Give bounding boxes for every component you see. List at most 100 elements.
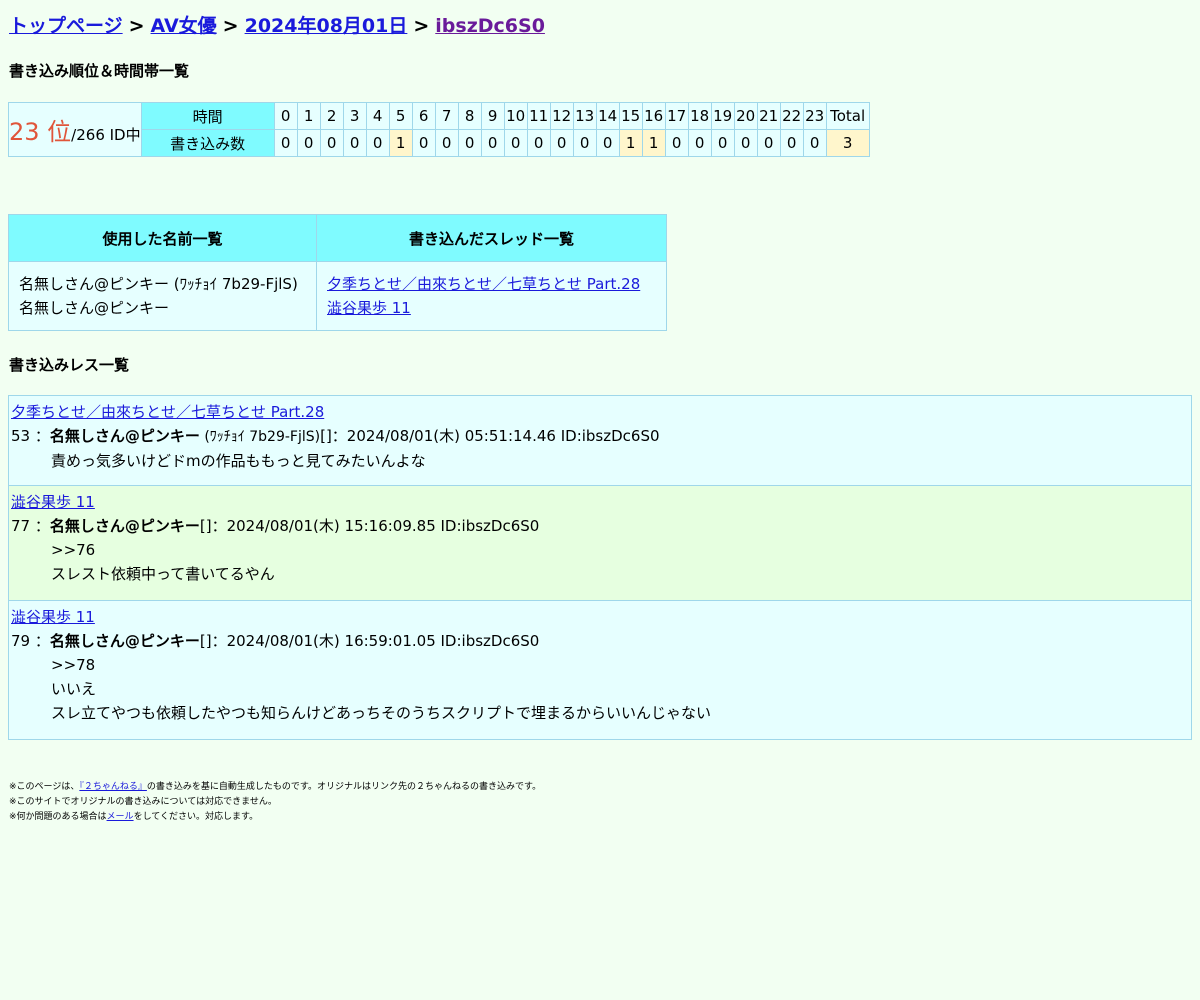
hour-header: 23	[802, 102, 827, 130]
post-number: 53	[11, 427, 31, 445]
hour-header: 12	[549, 102, 574, 130]
name-item: 名無しさん@ピンキー	[19, 299, 170, 317]
hour-count: 0	[802, 129, 827, 157]
hour-header: 19	[710, 102, 735, 130]
post-thread-link[interactable]: 夕季ちとせ／由來ちとせ／七草ちとせ Part.28	[11, 403, 324, 421]
hour-header: 9	[480, 102, 505, 130]
hour-count: 0	[664, 129, 689, 157]
post-body-line: スレ立てやつも依頼したやつも知らんけどあっちそのうちスクリプトで埋まるからいいん…	[51, 704, 712, 722]
hour-header: 8	[457, 102, 482, 130]
hour-count: 0	[526, 129, 551, 157]
rank-total: /266 ID中	[71, 126, 141, 144]
hour-header: 20	[733, 102, 758, 130]
hour-count: 0	[273, 129, 298, 157]
hour-count: 1	[618, 129, 643, 157]
hour-header: 17	[664, 102, 689, 130]
hour-count: 0	[296, 129, 321, 157]
footer-text: ※このページは、	[9, 782, 80, 792]
post-author: 名無しさん@ピンキー	[49, 427, 200, 445]
hour-header: 5	[388, 102, 413, 130]
breadcrumb-category-link[interactable]: AV女優	[151, 15, 217, 37]
hour-header: 11	[526, 102, 551, 130]
post-meta: []：2024/08/01(木) 05:51:14.46 ID:ibszDc6S…	[320, 427, 660, 445]
footer-text: ※何か問題のある場合は	[9, 812, 107, 822]
total-header: Total	[825, 102, 870, 130]
names-header: 使用した名前一覧	[8, 214, 317, 262]
hour-header: 22	[779, 102, 804, 130]
post-author: 名無しさん@ピンキー	[49, 632, 200, 650]
rank-value: 23 位	[9, 118, 72, 146]
hour-header: 21	[756, 102, 781, 130]
post-number: 77	[11, 517, 31, 535]
footer-text: の書き込みを基に自動生成したものです。オリジナルはリンク先の２ちゃんねるの書き込…	[146, 782, 542, 792]
hour-count: 1	[388, 129, 413, 157]
hour-count: 0	[572, 129, 597, 157]
post-item: 夕季ちとせ／由來ちとせ／七草ちとせ Part.28 53 ：名無しさん@ピンキー…	[8, 395, 1192, 486]
breadcrumb-separator: >	[128, 15, 145, 37]
hour-count: 0	[687, 129, 712, 157]
hour-count: 0	[733, 129, 758, 157]
post-body: >>78 いいえ スレ立てやつも依頼したやつも知らんけどあっちそのうちスクリプト…	[11, 653, 1189, 725]
post-meta: []：2024/08/01(木) 16:59:01.05 ID:ibszDc6S…	[199, 632, 540, 650]
post-body-line: >>76	[51, 541, 96, 559]
post-item: 澁谷果歩 11 77 ：名無しさん@ピンキー[]：2024/08/01(木) 1…	[8, 486, 1192, 601]
footer-text: をしてください。対応します。	[133, 812, 259, 822]
hour-header: 1	[296, 102, 321, 130]
hour-count: 1	[641, 129, 666, 157]
hour-count: 0	[549, 129, 574, 157]
hour-header: 18	[687, 102, 712, 130]
threads-list: 夕季ちとせ／由來ちとせ／七草ちとせ Part.28 澁谷果歩 11	[316, 261, 667, 331]
posts-section-title: 書き込みレス一覧	[9, 356, 130, 374]
breadcrumb-id-link[interactable]: ibszDc6S0	[435, 15, 545, 37]
hour-count: 0	[756, 129, 781, 157]
breadcrumb: トップページ > AV女優 >2024年08月01日 > ibszDc6S0	[9, 11, 545, 38]
count-label: 書き込み数	[140, 129, 275, 157]
post-header: 79 ：名無しさん@ピンキー[]：2024/08/01(木) 16:59:01.…	[11, 632, 540, 650]
hour-header: 2	[319, 102, 344, 130]
post-body-line: いいえ	[51, 680, 97, 698]
footer-2ch-link[interactable]: 『２ちゃんねる』	[79, 782, 147, 792]
post-thread-link[interactable]: 澁谷果歩 11	[11, 608, 95, 626]
post-header: 53 ：名無しさん@ピンキー (ﾜｯﾁｮｲ 7b29-FjlS)[]：2024/…	[11, 427, 660, 445]
hour-header: 15	[618, 102, 643, 130]
hour-count: 0	[411, 129, 436, 157]
footer-line: ※このサイトでオリジナルの書き込みについては対応できません。	[9, 797, 277, 807]
names-list: 名無しさん@ピンキー (ﾜｯﾁｮｲ 7b29-FjlS) 名無しさん@ピンキー	[8, 261, 317, 331]
hour-count: 0	[365, 129, 390, 157]
breadcrumb-date-link[interactable]: 2024年08月01日	[245, 15, 408, 37]
hour-count: 0	[779, 129, 804, 157]
footer-line: ※何か問題のある場合はメールをしてください。対応します。	[9, 810, 541, 825]
post-number: 79	[11, 632, 31, 650]
threads-header: 書き込んだスレッド一覧	[316, 214, 667, 262]
hour-count: 0	[710, 129, 735, 157]
hour-header: 3	[342, 102, 367, 130]
post-thread-link[interactable]: 澁谷果歩 11	[11, 493, 95, 511]
name-item: 名無しさん@ピンキー (ﾜｯﾁｮｲ 7b29-FjlS)	[19, 275, 298, 293]
thread-link[interactable]: 夕季ちとせ／由來ちとせ／七草ちとせ Part.28	[327, 275, 640, 293]
hour-count: 0	[319, 129, 344, 157]
names-threads-table: 使用した名前一覧 書き込んだスレッド一覧 名無しさん@ピンキー (ﾜｯﾁｮｲ 7…	[8, 214, 667, 331]
time-label: 時間	[140, 102, 275, 130]
hour-header: 7	[434, 102, 459, 130]
hour-header: 10	[503, 102, 528, 130]
footer-mail-link[interactable]: メール	[107, 812, 134, 822]
post-author: 名無しさん@ピンキー	[49, 517, 200, 535]
footer: ※このページは、『２ちゃんねる』の書き込みを基に自動生成したものです。オリジナル…	[9, 780, 541, 825]
hour-header: 6	[411, 102, 436, 130]
thread-link[interactable]: 澁谷果歩 11	[327, 299, 411, 317]
breadcrumb-top-link[interactable]: トップページ	[9, 15, 123, 37]
hour-header: 14	[595, 102, 620, 130]
hour-count: 0	[480, 129, 505, 157]
hour-header: 0	[273, 102, 298, 130]
footer-line: ※このページは、『２ちゃんねる』の書き込みを基に自動生成したものです。オリジナル…	[9, 780, 541, 795]
post-item: 澁谷果歩 11 79 ：名無しさん@ピンキー[]：2024/08/01(木) 1…	[8, 601, 1192, 740]
hour-header: 13	[572, 102, 597, 130]
hour-count: 0	[434, 129, 459, 157]
hour-header: 16	[641, 102, 666, 130]
hour-count: 0	[457, 129, 482, 157]
post-header: 77 ：名無しさん@ピンキー[]：2024/08/01(木) 15:16:09.…	[11, 517, 540, 535]
hour-count: 0	[503, 129, 528, 157]
post-body-line: スレスト依頼中って書いてるやん	[51, 565, 275, 583]
posts-list: 夕季ちとせ／由來ちとせ／七草ちとせ Part.28 53 ：名無しさん@ピンキー…	[8, 395, 1192, 740]
hour-count: 0	[595, 129, 620, 157]
